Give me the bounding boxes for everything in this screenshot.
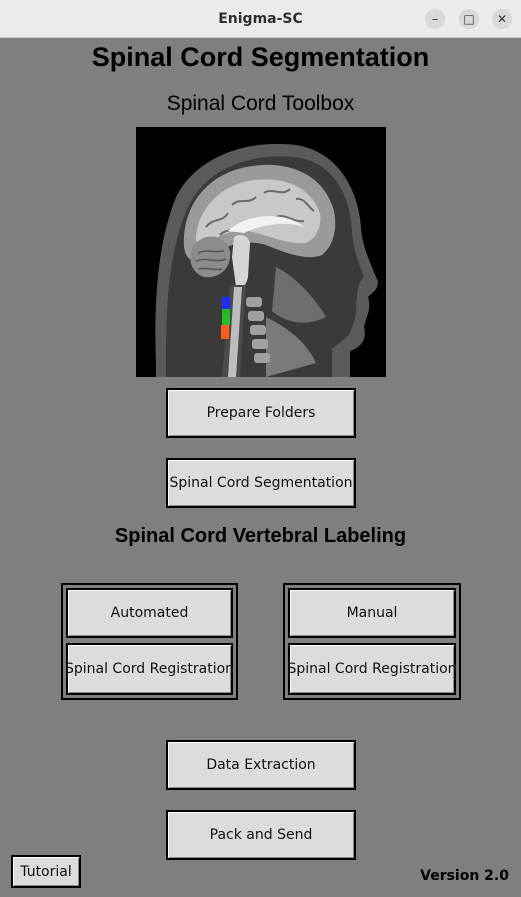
version-label: Version 2.0 [420,868,509,884]
automated-button[interactable]: Automated [66,588,233,638]
sagittal-mri-illustration [136,127,386,377]
pack-and-send-button[interactable]: Pack and Send [166,810,356,860]
spinal-cord-segmentation-button[interactable]: Spinal Cord Segmentation [166,458,356,508]
mri-image [136,127,386,377]
title-bar: Enigma-SC – □ ✕ [0,0,521,38]
page-subtitle: Spinal Cord Toolbox [166,92,355,115]
close-icon[interactable]: ✕ [492,9,512,29]
data-extraction-button[interactable]: Data Extraction [166,740,356,790]
manual-button[interactable]: Manual [288,588,456,638]
automated-registration-button[interactable]: Spinal Cord Registration [65,643,234,695]
minimize-icon[interactable]: – [425,9,445,29]
page-title: Spinal Cord Segmentation [91,42,430,72]
tutorial-button[interactable]: Tutorial [11,855,81,888]
maximize-icon[interactable]: □ [459,9,479,29]
manual-registration-button[interactable]: Spinal Cord Registration [287,643,457,695]
prepare-folders-button[interactable]: Prepare Folders [166,388,356,438]
vertebral-labeling-title: Spinal Cord Vertebral Labeling [114,525,407,547]
